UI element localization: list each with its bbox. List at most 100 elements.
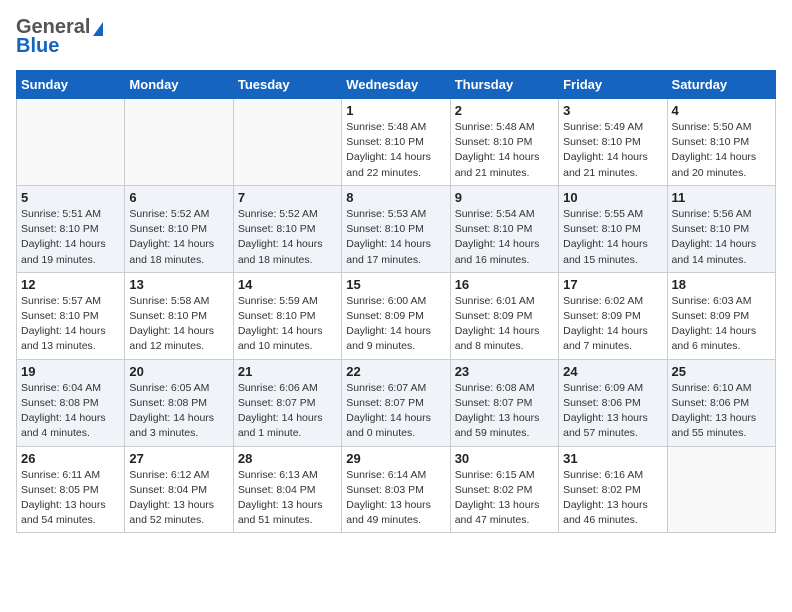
day-info: Sunrise: 5:50 AMSunset: 8:10 PMDaylight:…: [672, 120, 771, 181]
day-number: 2: [455, 103, 554, 118]
calendar-day-cell: 12 Sunrise: 5:57 AMSunset: 8:10 PMDayligh…: [17, 272, 125, 359]
col-header-wednesday: Wednesday: [342, 71, 450, 99]
calendar-table: SundayMondayTuesdayWednesdayThursdayFrid…: [16, 70, 776, 533]
calendar-day-cell: 21 Sunrise: 6:06 AMSunset: 8:07 PMDayligh…: [233, 359, 341, 446]
day-number: 21: [238, 364, 337, 379]
calendar-empty-cell: [125, 99, 233, 186]
calendar-day-cell: 23 Sunrise: 6:08 AMSunset: 8:07 PMDayligh…: [450, 359, 558, 446]
day-number: 22: [346, 364, 445, 379]
calendar-day-cell: 3 Sunrise: 5:49 AMSunset: 8:10 PMDaylight…: [559, 99, 667, 186]
day-number: 17: [563, 277, 662, 292]
day-number: 14: [238, 277, 337, 292]
day-number: 6: [129, 190, 228, 205]
day-number: 30: [455, 451, 554, 466]
calendar-day-cell: 25 Sunrise: 6:10 AMSunset: 8:06 PMDayligh…: [667, 359, 775, 446]
calendar-day-cell: 30Sunrise: 6:15 AMSunset: 8:02 PMDayligh…: [450, 446, 558, 533]
day-info: Sunrise: 5:52 AMSunset: 8:10 PMDaylight:…: [238, 207, 337, 268]
calendar-day-cell: 14 Sunrise: 5:59 AMSunset: 8:10 PMDayligh…: [233, 272, 341, 359]
day-number: 4: [672, 103, 771, 118]
calendar-day-cell: 26Sunrise: 6:11 AMSunset: 8:05 PMDayligh…: [17, 446, 125, 533]
calendar-empty-cell: [667, 446, 775, 533]
day-number: 23: [455, 364, 554, 379]
calendar-day-cell: 20Sunrise: 6:05 AMSunset: 8:08 PMDayligh…: [125, 359, 233, 446]
logo-blue-text: Blue: [16, 35, 59, 58]
day-number: 7: [238, 190, 337, 205]
calendar-week-row: 19 Sunrise: 6:04 AMSunset: 8:08 PMDayligh…: [17, 359, 776, 446]
calendar-day-cell: 8Sunrise: 5:53 AMSunset: 8:10 PMDaylight…: [342, 185, 450, 272]
calendar-day-cell: 11 Sunrise: 5:56 AMSunset: 8:10 PMDayligh…: [667, 185, 775, 272]
day-number: 31: [563, 451, 662, 466]
day-info: Sunrise: 6:02 AMSunset: 8:09 PMDaylight:…: [563, 294, 662, 355]
day-info: Sunrise: 6:08 AMSunset: 8:07 PMDaylight:…: [455, 381, 554, 442]
day-number: 29: [346, 451, 445, 466]
calendar-day-cell: 10Sunrise: 5:55 AMSunset: 8:10 PMDayligh…: [559, 185, 667, 272]
calendar-day-cell: 22 Sunrise: 6:07 AMSunset: 8:07 PMDayligh…: [342, 359, 450, 446]
day-info: Sunrise: 6:00 AMSunset: 8:09 PMDaylight:…: [346, 294, 445, 355]
day-number: 10: [563, 190, 662, 205]
day-info: Sunrise: 6:11 AMSunset: 8:05 PMDaylight:…: [21, 468, 120, 529]
day-number: 18: [672, 277, 771, 292]
day-info: Sunrise: 6:12 AMSunset: 8:04 PMDaylight:…: [129, 468, 228, 529]
calendar-day-cell: 19 Sunrise: 6:04 AMSunset: 8:08 PMDayligh…: [17, 359, 125, 446]
calendar-header-row: SundayMondayTuesdayWednesdayThursdayFrid…: [17, 71, 776, 99]
day-number: 25: [672, 364, 771, 379]
day-info: Sunrise: 5:48 AMSunset: 8:10 PMDaylight:…: [346, 120, 445, 181]
calendar-day-cell: 7 Sunrise: 5:52 AMSunset: 8:10 PMDaylight…: [233, 185, 341, 272]
calendar-week-row: 1 Sunrise: 5:48 AMSunset: 8:10 PMDaylight…: [17, 99, 776, 186]
day-info: Sunrise: 5:54 AMSunset: 8:10 PMDaylight:…: [455, 207, 554, 268]
day-info: Sunrise: 6:07 AMSunset: 8:07 PMDaylight:…: [346, 381, 445, 442]
day-info: Sunrise: 5:51 AMSunset: 8:10 PMDaylight:…: [21, 207, 120, 268]
day-number: 24: [563, 364, 662, 379]
logo-flag-icon: [93, 22, 103, 36]
day-number: 19: [21, 364, 120, 379]
calendar-day-cell: 5Sunrise: 5:51 AMSunset: 8:10 PMDaylight…: [17, 185, 125, 272]
day-number: 11: [672, 190, 771, 205]
day-info: Sunrise: 6:05 AMSunset: 8:08 PMDaylight:…: [129, 381, 228, 442]
day-info: Sunrise: 5:58 AMSunset: 8:10 PMDaylight:…: [129, 294, 228, 355]
calendar-day-cell: 1 Sunrise: 5:48 AMSunset: 8:10 PMDaylight…: [342, 99, 450, 186]
day-number: 3: [563, 103, 662, 118]
calendar-week-row: 5Sunrise: 5:51 AMSunset: 8:10 PMDaylight…: [17, 185, 776, 272]
day-number: 12: [21, 277, 120, 292]
calendar-day-cell: 9 Sunrise: 5:54 AMSunset: 8:10 PMDaylight…: [450, 185, 558, 272]
day-info: Sunrise: 6:06 AMSunset: 8:07 PMDaylight:…: [238, 381, 337, 442]
calendar-empty-cell: [233, 99, 341, 186]
calendar-day-cell: 18 Sunrise: 6:03 AMSunset: 8:09 PMDayligh…: [667, 272, 775, 359]
day-info: Sunrise: 6:03 AMSunset: 8:09 PMDaylight:…: [672, 294, 771, 355]
calendar-day-cell: 4 Sunrise: 5:50 AMSunset: 8:10 PMDaylight…: [667, 99, 775, 186]
day-info: Sunrise: 6:04 AMSunset: 8:08 PMDaylight:…: [21, 381, 120, 442]
day-number: 8: [346, 190, 445, 205]
day-number: 15: [346, 277, 445, 292]
day-info: Sunrise: 6:01 AMSunset: 8:09 PMDaylight:…: [455, 294, 554, 355]
col-header-thursday: Thursday: [450, 71, 558, 99]
col-header-saturday: Saturday: [667, 71, 775, 99]
day-info: Sunrise: 6:09 AMSunset: 8:06 PMDaylight:…: [563, 381, 662, 442]
day-number: 28: [238, 451, 337, 466]
day-info: Sunrise: 6:16 AMSunset: 8:02 PMDaylight:…: [563, 468, 662, 529]
day-info: Sunrise: 5:52 AMSunset: 8:10 PMDaylight:…: [129, 207, 228, 268]
logo: General Blue: [16, 16, 103, 58]
day-info: Sunrise: 5:48 AMSunset: 8:10 PMDaylight:…: [455, 120, 554, 181]
calendar-day-cell: 2 Sunrise: 5:48 AMSunset: 8:10 PMDaylight…: [450, 99, 558, 186]
day-number: 27: [129, 451, 228, 466]
calendar-day-cell: 15 Sunrise: 6:00 AMSunset: 8:09 PMDayligh…: [342, 272, 450, 359]
calendar-day-cell: 13 Sunrise: 5:58 AMSunset: 8:10 PMDayligh…: [125, 272, 233, 359]
calendar-week-row: 12 Sunrise: 5:57 AMSunset: 8:10 PMDayligh…: [17, 272, 776, 359]
day-info: Sunrise: 5:49 AMSunset: 8:10 PMDaylight:…: [563, 120, 662, 181]
day-info: Sunrise: 5:56 AMSunset: 8:10 PMDaylight:…: [672, 207, 771, 268]
calendar-week-row: 26Sunrise: 6:11 AMSunset: 8:05 PMDayligh…: [17, 446, 776, 533]
calendar-day-cell: 24 Sunrise: 6:09 AMSunset: 8:06 PMDayligh…: [559, 359, 667, 446]
day-number: 1: [346, 103, 445, 118]
col-header-tuesday: Tuesday: [233, 71, 341, 99]
col-header-friday: Friday: [559, 71, 667, 99]
col-header-monday: Monday: [125, 71, 233, 99]
day-number: 13: [129, 277, 228, 292]
day-info: Sunrise: 5:57 AMSunset: 8:10 PMDaylight:…: [21, 294, 120, 355]
day-info: Sunrise: 6:10 AMSunset: 8:06 PMDaylight:…: [672, 381, 771, 442]
day-info: Sunrise: 5:59 AMSunset: 8:10 PMDaylight:…: [238, 294, 337, 355]
calendar-day-cell: 27 Sunrise: 6:12 AMSunset: 8:04 PMDayligh…: [125, 446, 233, 533]
calendar-day-cell: 17 Sunrise: 6:02 AMSunset: 8:09 PMDayligh…: [559, 272, 667, 359]
day-number: 9: [455, 190, 554, 205]
page-header: General Blue: [16, 16, 776, 58]
calendar-day-cell: 28Sunrise: 6:13 AMSunset: 8:04 PMDayligh…: [233, 446, 341, 533]
